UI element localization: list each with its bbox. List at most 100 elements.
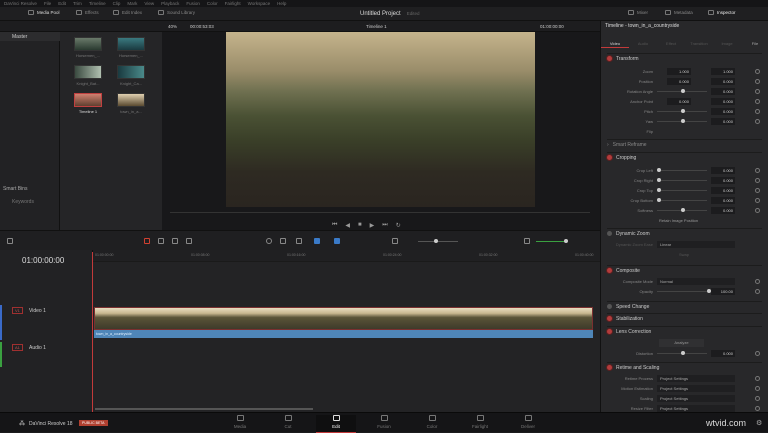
- opacity-field[interactable]: 100.00: [711, 288, 735, 295]
- page-color[interactable]: Color: [412, 415, 452, 429]
- crop-left-field[interactable]: 0.000: [711, 167, 735, 174]
- enable-toggle[interactable]: [607, 56, 612, 61]
- settings-gear-icon[interactable]: ⚙: [756, 419, 762, 427]
- ease-select[interactable]: Linear: [657, 241, 735, 248]
- menu-fusion[interactable]: Fusion: [186, 1, 200, 6]
- clip-thumbnail[interactable]: Knight_Ca...: [116, 65, 146, 93]
- selection-tool-icon[interactable]: [144, 238, 150, 244]
- section-cropping[interactable]: Cropping: [607, 152, 762, 162]
- play-icon[interactable]: ▶: [370, 222, 375, 229]
- metadata-button[interactable]: Metadata: [665, 10, 693, 15]
- enable-toggle[interactable]: [607, 231, 612, 236]
- video-clip[interactable]: [94, 307, 593, 330]
- anchor-y-field[interactable]: 0.000: [711, 98, 735, 105]
- reset-icon[interactable]: [755, 119, 760, 124]
- bin-master[interactable]: Master: [0, 32, 60, 41]
- menu-trim[interactable]: Trim: [73, 1, 82, 6]
- rotation-field[interactable]: 0.000: [711, 88, 735, 95]
- crop-right-field[interactable]: 0.000: [711, 177, 735, 184]
- softness-slider[interactable]: [657, 208, 707, 212]
- rotation-slider[interactable]: [657, 89, 707, 93]
- page-fairlight[interactable]: Fairlight: [460, 415, 500, 429]
- crop-left-slider[interactable]: [657, 168, 707, 172]
- clip-thumbnail[interactable]: town_in_a...: [116, 93, 146, 121]
- yaw-slider[interactable]: [657, 119, 707, 123]
- reset-icon[interactable]: [755, 89, 760, 94]
- enable-toggle[interactable]: [607, 155, 612, 160]
- snapping-icon[interactable]: [266, 238, 272, 244]
- section-composite[interactable]: Composite: [607, 265, 762, 275]
- zoom-icon[interactable]: [392, 238, 398, 244]
- lock-icon[interactable]: [296, 238, 302, 244]
- menu-playback[interactable]: Playback: [161, 1, 179, 6]
- trim-tool-icon[interactable]: [158, 238, 164, 244]
- track-id[interactable]: V1: [12, 307, 23, 314]
- crop-top-field[interactable]: 0.000: [711, 187, 735, 194]
- scaling-select[interactable]: Project Settings: [657, 395, 735, 402]
- anchor-x-field[interactable]: 0.000: [667, 98, 691, 105]
- reset-icon[interactable]: [755, 198, 760, 203]
- composite-mode-select[interactable]: Normal: [657, 278, 735, 285]
- menu-workspace[interactable]: Workspace: [248, 1, 270, 6]
- reset-icon[interactable]: [755, 386, 760, 391]
- inspector-button[interactable]: Inspector: [708, 10, 736, 15]
- menu-app[interactable]: DaVinci Resolve: [4, 1, 37, 6]
- reset-icon[interactable]: [755, 188, 760, 193]
- yaw-field[interactable]: 0.000: [711, 118, 735, 125]
- menu-timeline[interactable]: Timeline: [89, 1, 106, 6]
- track-id[interactable]: A1: [12, 344, 23, 351]
- clip-name-bar[interactable]: town_in_a_countryside: [94, 330, 593, 338]
- menu-view[interactable]: View: [144, 1, 154, 6]
- reset-icon[interactable]: [755, 279, 760, 284]
- tab-video[interactable]: Video: [601, 32, 629, 48]
- crop-top-slider[interactable]: [657, 188, 707, 192]
- stop-icon[interactable]: ■: [358, 222, 362, 229]
- enable-toggle[interactable]: [607, 329, 612, 334]
- volume-slider[interactable]: [536, 239, 568, 243]
- section-retime-scaling[interactable]: Retime and Scaling: [607, 362, 762, 372]
- timeline-zoom-slider[interactable]: [418, 239, 458, 243]
- reset-icon[interactable]: [755, 208, 760, 213]
- crop-bottom-field[interactable]: 0.000: [711, 197, 735, 204]
- motion-estimation-select[interactable]: Project Settings: [657, 385, 735, 392]
- reset-icon[interactable]: [755, 351, 760, 356]
- play-reverse-icon[interactable]: ◀: [345, 222, 350, 229]
- tab-audio[interactable]: Audio: [629, 32, 657, 48]
- tab-file[interactable]: File: [741, 32, 768, 48]
- section-stabilization[interactable]: Stabilization: [607, 313, 762, 323]
- media-pool-button[interactable]: Media Pool: [28, 10, 60, 15]
- reset-icon[interactable]: [755, 69, 760, 74]
- enable-toggle[interactable]: [607, 268, 612, 273]
- timeline-view-options-icon[interactable]: [7, 238, 13, 244]
- section-lens-correction[interactable]: Lens Correction: [607, 326, 762, 336]
- timeline-ruler[interactable]: 01:00:00:00 01:00:08:00 01:00:16:00 01:0…: [93, 250, 600, 262]
- sound-library-button[interactable]: Sound Library: [158, 10, 195, 15]
- position-x-field[interactable]: 0.000: [667, 78, 691, 85]
- smart-bin-keywords[interactable]: Keywords: [12, 199, 34, 205]
- go-to-start-icon[interactable]: ⏮: [332, 222, 337, 229]
- distortion-field[interactable]: 0.000: [711, 350, 735, 357]
- section-dynamic-zoom[interactable]: Dynamic Zoom: [607, 228, 762, 238]
- menu-clip[interactable]: Clip: [113, 1, 121, 6]
- page-edit[interactable]: Edit: [316, 415, 356, 433]
- enable-toggle[interactable]: [607, 365, 612, 370]
- mixer-button[interactable]: Mixer: [628, 10, 648, 15]
- menu-mark[interactable]: Mark: [127, 1, 137, 6]
- page-media[interactable]: Media: [220, 415, 260, 429]
- speaker-icon[interactable]: [524, 238, 530, 244]
- softness-field[interactable]: 0.000: [711, 207, 735, 214]
- dynamic-trim-icon[interactable]: [172, 238, 178, 244]
- clip-thumbnail-selected[interactable]: Timeline 1: [73, 93, 103, 121]
- reset-icon[interactable]: [755, 376, 760, 381]
- reset-icon[interactable]: [755, 396, 760, 401]
- flag-icon[interactable]: [314, 238, 320, 244]
- loop-icon[interactable]: ↻: [396, 222, 401, 229]
- enable-toggle[interactable]: [607, 316, 612, 321]
- edit-index-button[interactable]: Edit Index: [113, 10, 142, 15]
- section-transform[interactable]: Transform: [607, 53, 762, 63]
- section-smart-reframe[interactable]: › Smart Reframe: [607, 139, 762, 149]
- reset-icon[interactable]: [755, 109, 760, 114]
- marker-icon[interactable]: [334, 238, 340, 244]
- tab-transition[interactable]: Transition: [685, 32, 713, 48]
- reset-icon[interactable]: [755, 406, 760, 411]
